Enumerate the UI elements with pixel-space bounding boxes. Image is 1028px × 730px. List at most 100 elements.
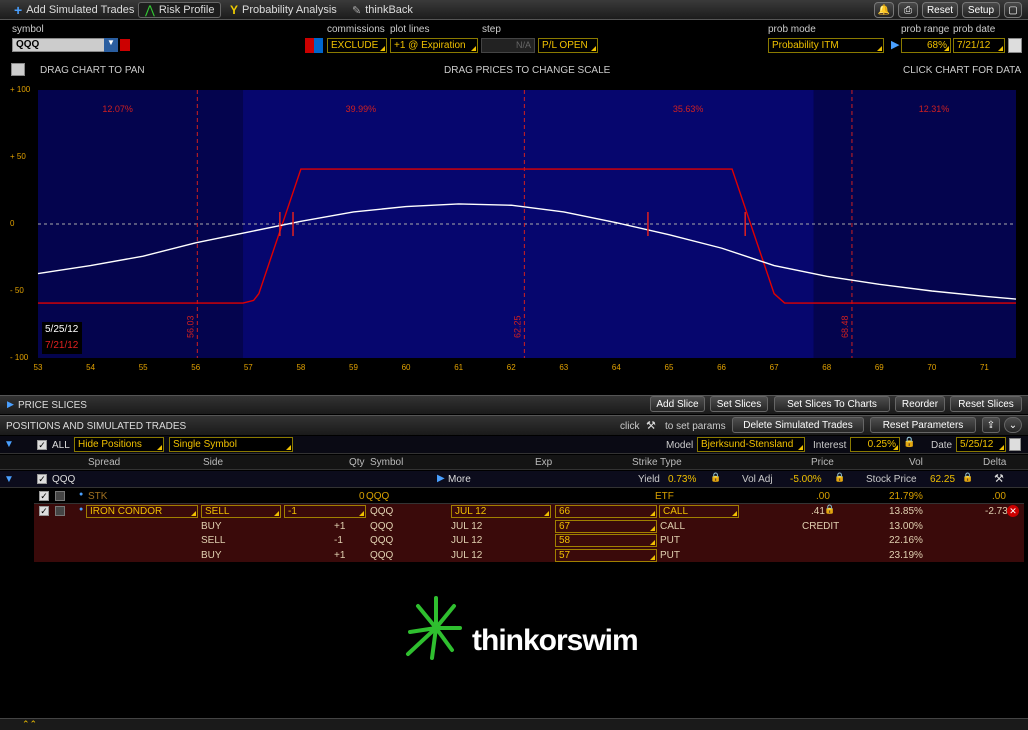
model-select[interactable]: Bjerksund-Stensland <box>697 437 805 452</box>
symbol-value: QQQ <box>370 520 394 532</box>
lock-icon[interactable]: 🔒 <box>903 437 915 448</box>
header-spread[interactable]: Spread <box>88 457 120 468</box>
commissions-select[interactable]: EXCLUDE <box>327 38 387 53</box>
stk-spread: STK <box>88 491 108 502</box>
side-select[interactable]: SELL <box>201 505 281 518</box>
lock-icon[interactable]: 🔒 <box>824 504 835 515</box>
lock-icon[interactable]: 🔒 <box>834 472 845 483</box>
single-symbol-select[interactable]: Single Symbol <box>169 437 293 452</box>
step-input[interactable]: N/A <box>481 38 535 53</box>
header-symbol[interactable]: Symbol <box>370 457 403 468</box>
tab-label: Probability Analysis <box>242 4 337 16</box>
yield-value[interactable]: 0.73% <box>668 474 696 485</box>
tab-probability-analysis[interactable]: Y Probability Analysis <box>224 2 343 18</box>
y-tick-label: - 50 <box>10 286 24 295</box>
exp-select[interactable]: JUL 12 <box>451 505 551 518</box>
header-qty[interactable]: Qty <box>349 457 365 468</box>
play-icon[interactable]: ▶ <box>891 38 899 51</box>
strike-select[interactable]: 66 <box>555 505 657 518</box>
more-link[interactable]: More <box>448 474 471 485</box>
set-slices-charts-button[interactable]: Set Slices To Charts <box>774 396 890 412</box>
header-price[interactable]: Price <box>811 457 834 468</box>
prob-date-input[interactable]: 7/21/12 <box>953 38 1005 53</box>
group-checkbox[interactable]: ✓ <box>37 474 47 484</box>
delta-value: -2.73 <box>985 506 1008 517</box>
qty-stepper[interactable]: -1 <box>284 505 366 518</box>
flag-icon[interactable] <box>120 39 130 51</box>
expand-icon[interactable]: ▶ <box>7 399 14 410</box>
x-tick-label: 61 <box>454 363 464 372</box>
add-slice-button[interactable]: Add Slice <box>650 396 705 412</box>
tab-label: Risk Profile <box>158 4 215 16</box>
all-checkbox[interactable]: ✓ <box>37 440 47 450</box>
risk-profile-icon: ⋀ <box>145 3 155 17</box>
header-delta[interactable]: Delta <box>983 457 1006 468</box>
date-input[interactable]: 5/25/12 <box>956 437 1006 452</box>
symbol-value: QQQ <box>370 535 394 546</box>
x-tick-label: 62 <box>506 363 516 372</box>
hide-positions-select[interactable]: Hide Positions <box>74 437 164 452</box>
lock-icon[interactable]: 🔒 <box>710 472 721 483</box>
yield-label: Yield <box>638 474 660 485</box>
qty-value: -1 <box>334 535 343 546</box>
wrench-icon[interactable]: ⚒ <box>994 472 1004 485</box>
risk-profile-chart[interactable]: 56.03 62.25 68.48 12.07% 39.99% 35.63% 12.31% <box>0 80 1028 378</box>
tab-thinkback[interactable]: ✎ thinkBack <box>346 2 419 18</box>
set-slices-button[interactable]: Set Slices <box>710 396 768 412</box>
chevron-down-icon[interactable]: ▼ <box>104 38 118 52</box>
interest-input[interactable]: 0.25% <box>850 437 900 452</box>
prob-range-input[interactable]: 68% <box>901 38 951 53</box>
header-exp[interactable]: Exp <box>535 457 552 468</box>
voladj-value[interactable]: -5.00% <box>790 474 822 485</box>
strike-select[interactable]: 58 <box>555 534 657 547</box>
row-checkbox[interactable]: ✓ <box>39 491 49 501</box>
chevron-down-icon[interactable]: ▼ <box>4 439 14 450</box>
x-tick-label: 57 <box>243 363 253 372</box>
tab-add-simulated-trades[interactable]: + Add Simulated Trades <box>8 2 140 18</box>
reset-slices-button[interactable]: Reset Slices <box>950 396 1022 412</box>
pl-open-select[interactable]: P/L OPEN <box>538 38 598 53</box>
grid-icon[interactable] <box>305 38 323 53</box>
header-side[interactable]: Side <box>203 457 223 468</box>
stock-price-value[interactable]: 62.25 <box>930 474 955 485</box>
strike-select[interactable]: 67 <box>555 519 657 533</box>
status-bar: ⌃⌃ <box>0 718 1028 730</box>
window-icon[interactable]: ▢ <box>1004 2 1022 18</box>
image-icon[interactable] <box>11 63 25 76</box>
row-checkbox[interactable]: ✓ <box>39 506 49 516</box>
x-tick-label: 67 <box>769 363 779 372</box>
lock-icon[interactable]: 🔒 <box>962 472 973 483</box>
header-strike[interactable]: Strike <box>632 457 658 468</box>
prob-mode-select[interactable]: Probability ITM <box>768 38 884 53</box>
type-select[interactable]: CALL <box>659 505 739 518</box>
delete-simulated-trades-button[interactable]: Delete Simulated Trades <box>732 417 864 433</box>
calendar-icon[interactable] <box>1009 438 1021 451</box>
x-tick-label: 66 <box>717 363 726 372</box>
symbol-input[interactable]: QQQ <box>12 38 116 52</box>
expand-up-icon[interactable]: ⌃⌃ <box>22 719 37 730</box>
strike-select[interactable]: 57 <box>555 548 657 562</box>
export-icon[interactable]: ⇪ <box>982 417 1000 433</box>
bell-icon[interactable]: 🔔 <box>874 2 894 18</box>
setup-button[interactable]: Setup <box>962 2 1000 18</box>
reset-button[interactable]: Reset <box>922 2 958 18</box>
row-select-box[interactable] <box>55 506 65 516</box>
logo-text: thinkorswim <box>472 624 639 657</box>
printer-icon[interactable]: ⎙ <box>898 2 918 18</box>
reset-parameters-button[interactable]: Reset Parameters <box>870 417 976 433</box>
row-select-box[interactable] <box>55 491 65 501</box>
plot-lines-select[interactable]: +1 @ Expiration <box>390 38 478 53</box>
calendar-icon[interactable] <box>1008 38 1022 53</box>
close-icon[interactable]: ✕ <box>1007 505 1019 517</box>
chevron-down-icon[interactable]: ▼ <box>4 474 14 485</box>
tab-risk-profile[interactable]: ⋀ Risk Profile <box>138 2 222 18</box>
header-vol[interactable]: Vol <box>909 457 923 468</box>
play-icon[interactable]: ▶ <box>437 473 445 484</box>
y-tick-label: 0 <box>10 219 15 228</box>
spread-select[interactable]: IRON CONDOR <box>86 505 198 518</box>
collapse-icon[interactable]: ⌄ <box>1004 417 1022 433</box>
header-type[interactable]: Type <box>660 457 682 468</box>
step-label: step <box>482 24 501 35</box>
reorder-button[interactable]: Reorder <box>895 396 945 412</box>
date-expiration: 7/21/12 <box>45 340 79 351</box>
